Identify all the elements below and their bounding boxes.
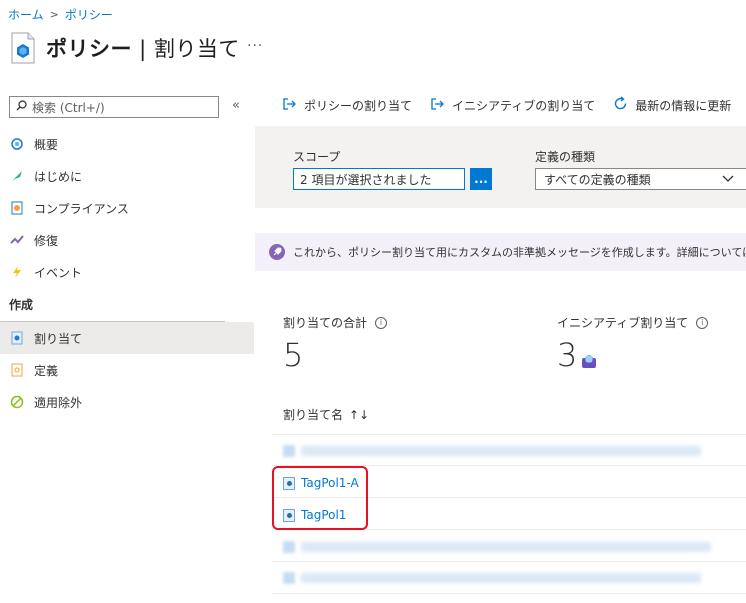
sidebar-item-label: コンプライアンス [34,201,129,216]
banner-text[interactable]: これから、ポリシー割り当て用にカスタムの非準拠メッセージを作成します。詳細につい… [293,244,746,260]
sidebar-item-remediation[interactable]: 修復 [0,224,254,256]
redacted-icon [283,572,295,584]
sidebar-item-label: イベント [34,265,83,280]
sidebar-item-getting-started[interactable]: はじめに [0,160,254,192]
assign-policy-label: ポリシーの割り当て [304,98,413,113]
initiative-assignments-value: 3 [557,336,578,374]
search-input[interactable]: 検索 (Ctrl+/) [9,96,219,118]
events-icon [10,265,24,279]
redacted-icon [283,541,295,553]
breadcrumb: ホーム > ポリシー [8,6,113,23]
table-divider [272,434,746,435]
section-authoring: 作成 [0,288,225,322]
command-bar: ポリシーの割り当て イニシアティブの割り当て 最新の情報に更新 [282,96,731,114]
info-icon[interactable]: i [375,316,388,329]
filter-panel: スコープ 2 項目が選択されました ... 定義の種類 すべての定義の種類 [255,126,746,208]
sidebar-item-overview[interactable]: 概要 [0,128,254,160]
total-assignments-label: 割り当ての合計 i [283,314,388,331]
highlight-box [272,466,368,530]
exemptions-icon [10,395,24,409]
rocket-icon [269,244,285,260]
sidebar-item-label: 適用除外 [34,395,83,410]
total-assignments-value: 5 [283,336,304,374]
definition-type-dropdown[interactable]: すべての定義の種類 [535,168,746,190]
redacted-row [301,573,701,583]
info-icon[interactable]: i [696,316,709,329]
info-banner: これから、ポリシー割り当て用にカスタムの非準拠メッセージを作成します。詳細につい… [255,233,746,271]
initiative-assignments-label: イニシアティブ割り当て i [557,314,709,331]
refresh-icon [613,96,628,114]
assign-icon [282,97,297,114]
sidebar-item-label: はじめに [34,169,83,184]
scope-field[interactable]: 2 項目が選択されました [293,168,465,190]
definition-type-value: すべての定義の種類 [544,172,651,187]
sidebar-item-label: 修復 [34,233,59,248]
refresh-label: 最新の情報に更新 [635,98,732,113]
scope-picker-button[interactable]: ... [470,168,492,190]
assignments-icon [10,331,24,345]
sidebar-item-label: 概要 [34,137,59,152]
chevron-down-icon [722,172,734,187]
definition-type-label: 定義の種類 [535,150,596,164]
remediation-icon [10,233,24,247]
sidebar-item-assignments[interactable]: 割り当て [0,322,254,354]
refresh-button[interactable]: 最新の情報に更新 [613,96,731,114]
scope-label: スコープ [293,150,341,164]
assign-initiative-button[interactable]: イニシアティブの割り当て [430,97,595,114]
redacted-icon [283,445,295,457]
table-divider [272,593,746,594]
breadcrumb-home[interactable]: ホーム [8,6,44,23]
sidebar-item-label: 割り当て [34,331,83,346]
search-placeholder: 検索 (Ctrl+/) [32,100,105,115]
sidebar-item-exemptions[interactable]: 適用除外 [0,386,254,418]
collapse-sidebar-button[interactable]: « [232,98,240,113]
assign-initiative-label: イニシアティブの割り当て [452,98,596,113]
more-options-button[interactable]: ··· [247,38,263,54]
sidebar-item-events[interactable]: イベント [0,256,254,288]
breadcrumb-policy[interactable]: ポリシー [65,6,113,23]
page-title: ポリシー | 割り当て [46,37,240,61]
page-header: ポリシー | 割り当て [10,32,240,64]
column-header-assignment-name[interactable]: 割り当て名 ↑↓ [283,406,369,423]
policy-icon [10,32,36,64]
breadcrumb-separator: > [49,8,59,21]
initiative-icon [580,352,598,373]
search-icon [16,100,27,114]
assign-policy-button[interactable]: ポリシーの割り当て [282,97,412,114]
sidebar-item-compliance[interactable]: コンプライアンス [0,192,254,224]
compliance-icon [10,201,24,215]
getting-started-icon [10,169,24,183]
redacted-row [301,542,711,552]
overview-icon [10,137,24,151]
sidebar-item-label: 定義 [34,363,59,378]
definitions-icon [10,363,24,377]
table-divider [272,561,746,562]
sidebar-nav: 概要 はじめに コンプライアンス 修復 イベント 作成 割り当て 定義 適用除外 [0,128,254,418]
sidebar-item-definitions[interactable]: 定義 [0,354,254,386]
sort-icon[interactable]: ↑↓ [349,408,369,422]
redacted-row [301,446,701,456]
assign-icon [430,97,445,114]
